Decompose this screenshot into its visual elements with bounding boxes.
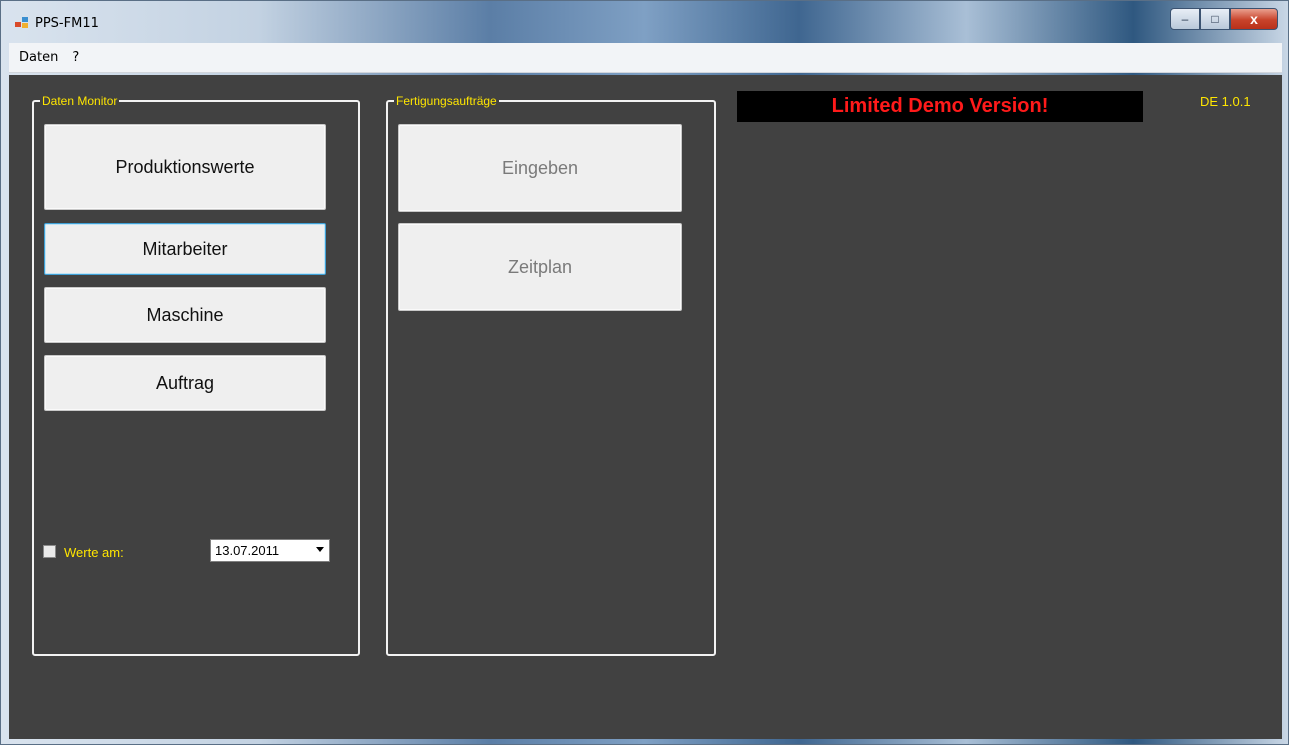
version-label: DE 1.0.1 <box>1200 94 1251 109</box>
date-picker[interactable]: 13.07.2011 <box>210 539 330 562</box>
eingeben-button[interactable]: Eingeben <box>398 124 682 212</box>
maschine-button[interactable]: Maschine <box>44 287 326 343</box>
app-icon <box>15 17 29 29</box>
maximize-button[interactable]: □ <box>1200 8 1230 30</box>
produktionswerte-button[interactable]: Produktionswerte <box>44 124 326 210</box>
menu-daten[interactable]: Daten <box>19 50 58 65</box>
menu-bar: Daten ? <box>9 43 1282 73</box>
zeitplan-button[interactable]: Zeitplan <box>398 223 682 311</box>
mitarbeiter-button[interactable]: Mitarbeiter <box>44 223 326 275</box>
close-button[interactable]: x <box>1230 8 1278 30</box>
date-value: 13.07.2011 <box>215 543 280 558</box>
fertigungsauftraege-group: Fertigungsaufträge Eingeben Zeitplan <box>386 93 716 656</box>
daten-monitor-group: Daten Monitor Produktionswerte Mitarbeit… <box>32 93 360 656</box>
app-window: PPS-FM11 – □ x Daten ? Daten Monitor Pro… <box>0 0 1289 745</box>
client-area: Daten Monitor Produktionswerte Mitarbeit… <box>9 75 1282 739</box>
menu-help[interactable]: ? <box>72 50 79 65</box>
daten-monitor-label: Daten Monitor <box>40 93 120 109</box>
auftrag-button[interactable]: Auftrag <box>44 355 326 411</box>
window-title: PPS-FM11 <box>35 16 99 31</box>
title-bar[interactable]: PPS-FM11 – □ x <box>1 1 1288 43</box>
fertigungsauftraege-label: Fertigungsaufträge <box>394 93 499 109</box>
minimize-button[interactable]: – <box>1170 8 1200 30</box>
werte-am-checkbox[interactable] <box>43 545 56 558</box>
werte-am-label: Werte am: <box>64 545 124 560</box>
demo-banner: Limited Demo Version! <box>737 91 1143 122</box>
window-controls: – □ x <box>1170 8 1278 30</box>
chevron-down-icon[interactable] <box>316 547 324 552</box>
